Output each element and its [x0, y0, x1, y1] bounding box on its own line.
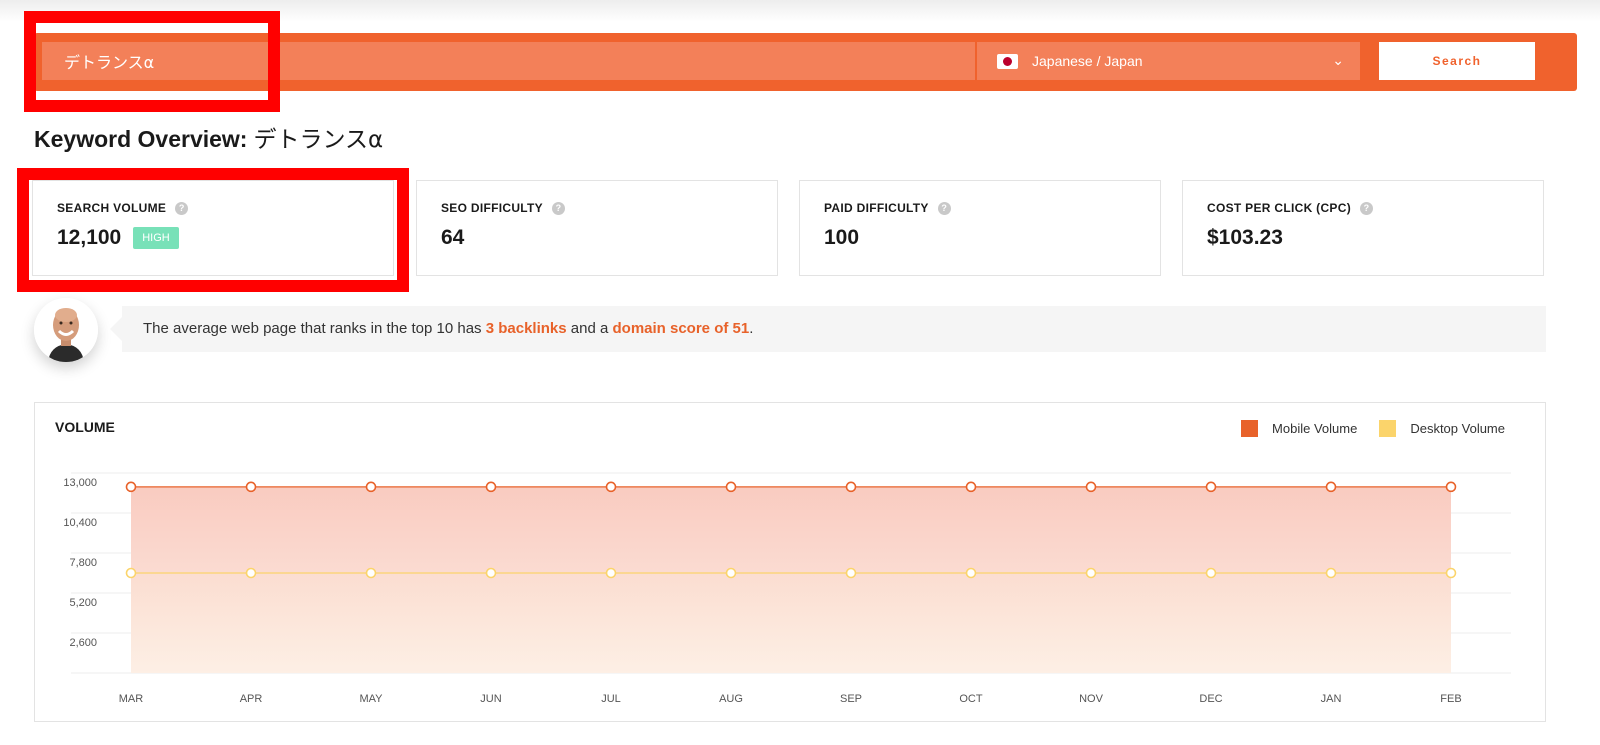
- series-area: [131, 573, 1451, 673]
- help-icon[interactable]: ?: [937, 201, 951, 215]
- x-tick-label: AUG: [719, 693, 743, 705]
- volume-chart: 2,600 5,200 7,800 10,400 13,000 MAR APR MAY JUN J…: [63, 472, 1511, 705]
- x-tick-label: FEB: [1440, 693, 1461, 705]
- person-icon: [34, 298, 98, 362]
- x-tick-label: MAY: [359, 693, 383, 705]
- search-button[interactable]: Search: [1379, 42, 1535, 80]
- language-label: Japanese / Japan: [1032, 53, 1143, 69]
- metric-label: SEO DIFFICULTY: [441, 201, 543, 215]
- help-icon[interactable]: ?: [551, 201, 565, 215]
- y-tick-label: 13,000: [63, 477, 97, 489]
- data-point: [125, 481, 137, 493]
- y-tick-label: 5,200: [69, 597, 97, 609]
- metric-card-cpc: COST PER CLICK (CPC)? $103.23: [1182, 180, 1544, 276]
- page-title-keyword: デトランスα: [253, 127, 384, 153]
- data-point: [1205, 567, 1217, 579]
- data-point: [1325, 481, 1337, 493]
- data-point: [365, 567, 377, 579]
- data-point: [245, 481, 257, 493]
- avatar: [34, 298, 98, 362]
- x-tick-label: MAR: [119, 693, 144, 705]
- data-point: [1445, 567, 1457, 579]
- y-tick-label: 7,800: [69, 557, 97, 569]
- help-icon[interactable]: ?: [1360, 201, 1373, 215]
- data-point: [605, 567, 617, 579]
- data-point: [725, 567, 737, 579]
- tip-backlinks: 3 backlinks: [485, 320, 567, 337]
- x-tick-label: SEP: [840, 693, 862, 705]
- highlight-box-keyword: [24, 11, 280, 112]
- metric-label: COST PER CLICK (CPC): [1207, 201, 1351, 215]
- highlight-box-search-volume: [17, 168, 409, 292]
- metric-label: PAID DIFFICULTY: [824, 201, 929, 215]
- x-tick-label: NOV: [1079, 693, 1104, 705]
- y-tick-label: 10,400: [63, 517, 97, 529]
- data-point: [365, 481, 377, 493]
- tip-prefix: The average web page that ranks in the t…: [143, 320, 486, 337]
- data-point: [1085, 481, 1097, 493]
- data-point: [605, 481, 617, 493]
- data-point: [485, 481, 497, 493]
- y-tick-label: 2,600: [69, 637, 97, 649]
- tip-suffix: .: [749, 320, 754, 337]
- metric-value: 64: [441, 226, 465, 249]
- x-tick-label: OCT: [959, 693, 983, 705]
- volume-chart-card: VOLUME Mobile Volume Desktop Volume 2,60…: [34, 402, 1546, 722]
- data-point: [1085, 567, 1097, 579]
- x-tick-label: JUN: [480, 693, 501, 705]
- data-point: [845, 567, 857, 579]
- data-point: [725, 481, 737, 493]
- data-point: [965, 481, 977, 493]
- x-tick-label: JUL: [601, 693, 621, 705]
- metric-value: $103.23: [1207, 226, 1283, 249]
- x-tick-label: JAN: [1321, 693, 1342, 705]
- data-point: [1325, 567, 1337, 579]
- x-tick-label: APR: [240, 693, 263, 705]
- metric-value: 100: [824, 226, 860, 249]
- tip-box: The average web page that ranks in the t…: [110, 306, 1546, 352]
- data-point: [965, 567, 977, 579]
- data-point: [125, 567, 137, 579]
- tip-middle: and a: [566, 320, 613, 337]
- page-title-prefix: Keyword Overview:: [34, 126, 248, 152]
- metric-card-seo-difficulty: SEO DIFFICULTY? 64: [416, 180, 778, 276]
- chevron-down-icon: ⌄: [1332, 52, 1344, 68]
- metric-card-paid-difficulty: PAID DIFFICULTY? 100: [799, 180, 1161, 276]
- japan-flag-icon: [997, 53, 1018, 69]
- tip-domain-score: domain score of 51: [612, 320, 750, 337]
- x-tick-label: DEC: [1199, 693, 1222, 705]
- data-point: [1205, 481, 1217, 493]
- language-select[interactable]: Japanese / Japan ⌄: [977, 42, 1360, 80]
- data-point: [845, 481, 857, 493]
- data-point: [1445, 481, 1457, 493]
- data-point: [485, 567, 497, 579]
- page-title: Keyword Overview: デトランスα: [34, 120, 383, 154]
- data-point: [245, 567, 257, 579]
